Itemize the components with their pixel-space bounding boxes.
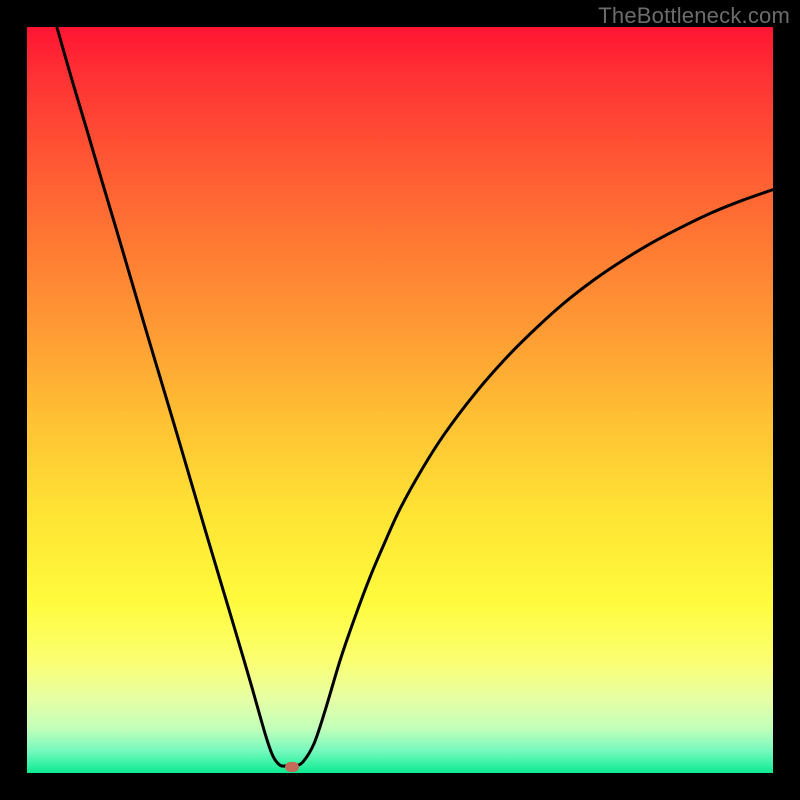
watermark-text: TheBottleneck.com (598, 3, 790, 29)
plot-area (27, 27, 773, 773)
chart-frame: TheBottleneck.com (0, 0, 800, 800)
bottleneck-curve (27, 27, 773, 773)
optimum-marker (285, 762, 299, 772)
